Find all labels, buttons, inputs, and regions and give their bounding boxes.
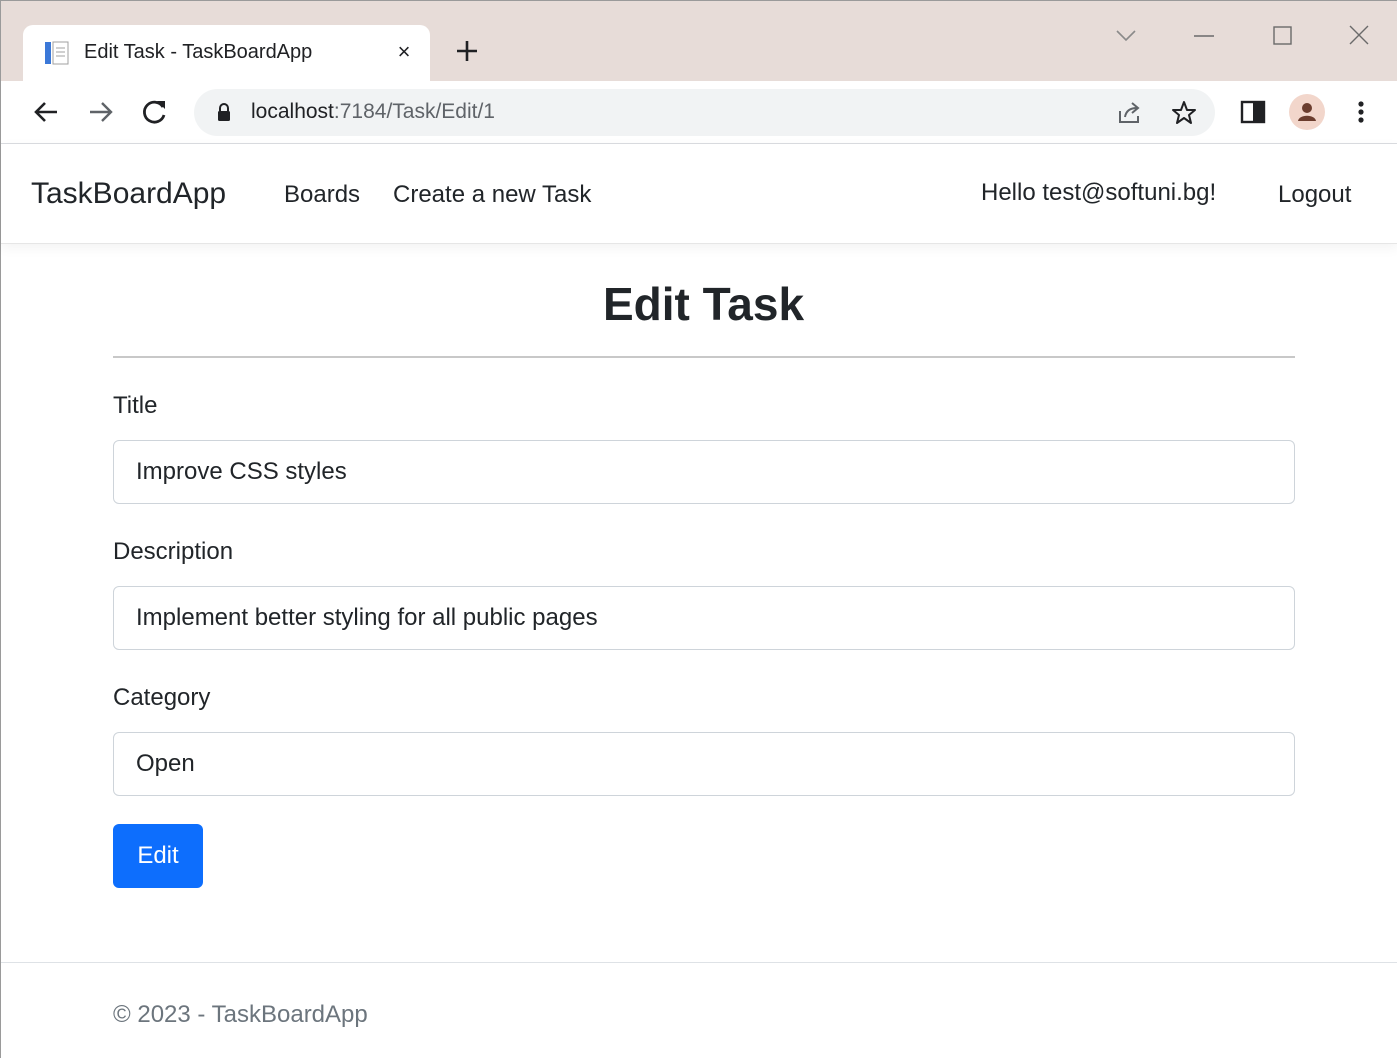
maximize-icon[interactable] [1267, 21, 1297, 51]
tab-title: Edit Task - TaskBoardApp [84, 41, 313, 63]
category-select[interactable]: Open [113, 732, 1295, 796]
description-label: Description [113, 538, 234, 565]
browser-toolbar: localhost:7184/Task/Edit/1 [1, 81, 1397, 144]
reload-icon[interactable] [140, 97, 170, 127]
address-bar[interactable]: localhost:7184/Task/Edit/1 [194, 89, 1215, 136]
edit-button[interactable]: Edit [113, 824, 203, 888]
logout-button[interactable]: Logout [1278, 181, 1351, 209]
user-greeting[interactable]: Hello test@softuni.bg! [981, 179, 1216, 207]
close-icon[interactable]: × [392, 40, 416, 64]
title-label: Title [113, 392, 158, 419]
minimize-icon[interactable] [1189, 21, 1219, 51]
browser-tab[interactable]: Edit Task - TaskBoardApp × [23, 25, 430, 82]
nav-link-create-task[interactable]: Create a new Task [393, 181, 591, 209]
more-vertical-icon[interactable] [1346, 97, 1376, 127]
title-bar: Edit Task - TaskBoardApp × [1, 1, 1397, 82]
brand-link[interactable]: TaskBoardApp [31, 177, 226, 211]
footer: © 2023 - TaskBoardApp [1, 962, 1397, 1059]
url-path: :7184/Task/Edit/1 [333, 100, 495, 123]
page-title: Edit Task [602, 278, 805, 330]
share-icon[interactable] [1116, 100, 1142, 126]
star-icon[interactable] [1171, 100, 1197, 126]
footer-copyright: © 2023 - TaskBoardApp [113, 1001, 368, 1028]
title-input[interactable]: Improve CSS styles [113, 440, 1295, 504]
description-input[interactable]: Implement better styling for all public … [113, 586, 1295, 650]
plus-icon[interactable] [453, 37, 481, 65]
lock-icon[interactable] [216, 103, 232, 121]
close-window-icon[interactable] [1344, 21, 1374, 51]
forward-arrow-icon[interactable] [86, 97, 116, 127]
profile-avatar-icon[interactable] [1289, 94, 1325, 130]
url-host: localhost [251, 100, 334, 123]
chevron-down-icon[interactable] [1111, 21, 1141, 51]
url-text[interactable]: localhost:7184/Task/Edit/1 [251, 100, 495, 124]
browser-window: Edit Task - TaskBoardApp × localhost:718… [0, 0, 1397, 1059]
app-navbar: TaskBoardApp Boards Create a new Task He… [1, 144, 1397, 244]
category-label: Category [113, 684, 211, 711]
side-panel-icon[interactable] [1238, 97, 1268, 127]
divider [113, 356, 1295, 358]
nav-link-boards[interactable]: Boards [284, 181, 360, 209]
back-arrow-icon[interactable] [31, 97, 61, 127]
page-favicon [44, 41, 70, 65]
